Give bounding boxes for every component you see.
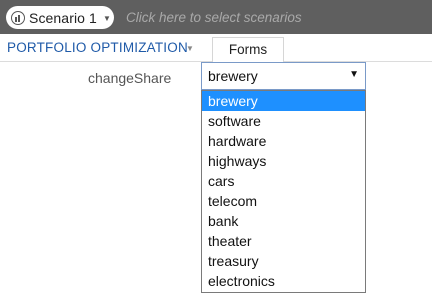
option-cars[interactable]: cars <box>202 171 365 191</box>
scenario-selector[interactable]: Scenario 1 ▼ <box>6 6 114 29</box>
caret-down-icon: ▼ <box>349 69 359 80</box>
option-hardware[interactable]: hardware <box>202 131 365 151</box>
option-bank[interactable]: bank <box>202 211 365 231</box>
option-theater[interactable]: theater <box>202 231 365 251</box>
option-telecom[interactable]: telecom <box>202 191 365 211</box>
chevron-down-icon: ▼ <box>102 14 111 23</box>
dropdown-list: brewery software hardware highways cars … <box>201 90 366 293</box>
nav-row: PORTFOLIO OPTIMIZATION ▼ Forms <box>0 34 432 62</box>
scenario-chart-icon <box>11 10 25 25</box>
option-highways[interactable]: highways <box>202 151 365 171</box>
changeshare-select[interactable]: brewery ▼ <box>201 62 366 90</box>
scenario-hint[interactable]: Click here to select scenarios <box>126 10 302 25</box>
app-title-menu[interactable]: PORTFOLIO OPTIMIZATION <box>7 40 188 55</box>
select-value: brewery <box>208 68 258 84</box>
field-label-changeshare: changeShare <box>88 70 172 86</box>
option-treasury[interactable]: treasury <box>202 251 365 271</box>
tab-forms[interactable]: Forms <box>212 37 284 62</box>
scenario-label: Scenario 1 <box>29 9 97 26</box>
top-bar: Scenario 1 ▼ Click here to select scenar… <box>0 0 432 34</box>
option-electronics[interactable]: electronics <box>202 271 365 291</box>
chevron-down-icon[interactable]: ▼ <box>186 44 194 53</box>
option-brewery[interactable]: brewery <box>202 91 365 111</box>
option-software[interactable]: software <box>202 111 365 131</box>
